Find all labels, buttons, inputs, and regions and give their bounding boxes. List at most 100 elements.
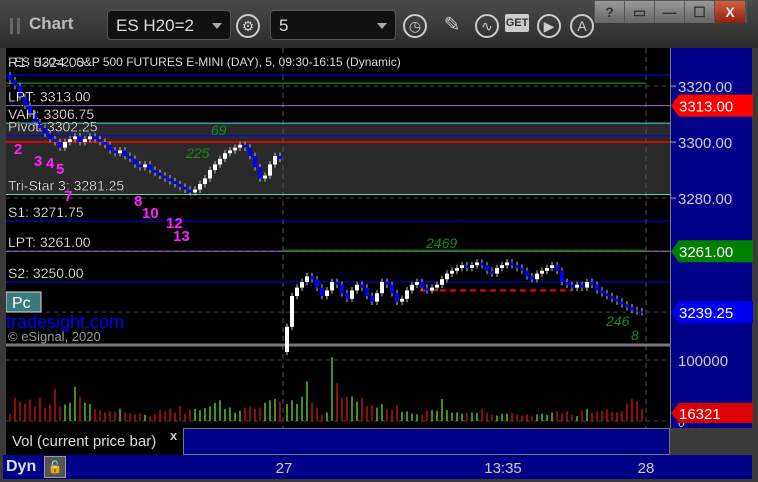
y-tick: 3280.00 [678, 191, 732, 208]
candle [530, 276, 534, 280]
candle [330, 282, 334, 291]
count-label: 10 [142, 205, 159, 222]
candle [575, 284, 579, 288]
symbol-dropdown[interactable]: ES H20=2 [107, 10, 231, 40]
x-tick: 27 [275, 460, 293, 477]
candle [640, 311, 644, 313]
level-label: LPT: 3261.00 [8, 234, 91, 250]
candle [295, 287, 299, 296]
candle [615, 298, 619, 302]
candle [500, 265, 504, 268]
price-chart[interactable]: ES H20=2, S&P 500 FUTURES E-MINI (DAY), … [5, 48, 670, 428]
volume-marker-label: 16321 [679, 406, 721, 423]
minimize-button[interactable]: — [655, 1, 685, 23]
candle [143, 164, 147, 168]
time-axis[interactable]: Dyn 🔓 27 13:35 28 [3, 455, 752, 479]
count-label: 3 [34, 153, 42, 170]
candle [450, 270, 454, 274]
candle [570, 284, 574, 288]
candle [93, 136, 97, 140]
candle [78, 136, 82, 142]
candle [550, 265, 554, 268]
candle [370, 296, 374, 302]
dynamic-mode-label[interactable]: Dyn [6, 458, 36, 476]
candle [300, 282, 304, 288]
candle [193, 189, 197, 193]
candle [480, 262, 484, 266]
candle [148, 164, 152, 170]
chart-canvas: ES H20=2, S&P 500 FUTURES E-MINI (DAY), … [5, 48, 670, 428]
candle [173, 181, 177, 184]
candle [415, 282, 419, 285]
chevron-down-icon [377, 23, 387, 29]
volume-pane-footer [183, 428, 670, 455]
maximize-button[interactable]: ☐ [685, 1, 715, 23]
alert-icon[interactable]: A [570, 14, 594, 38]
symbol-value: ES H20=2 [116, 16, 194, 35]
candle [345, 293, 349, 299]
setup-count-label: 69 [211, 122, 227, 138]
lock-icon[interactable]: 🔓 [44, 456, 66, 478]
candle [305, 276, 309, 282]
candle [278, 156, 282, 159]
candle [520, 268, 524, 271]
axis-canvas: 3320.00 3300.00 3280.00 3313.00 3261.00 3239.… [671, 79, 753, 430]
candle [420, 282, 424, 288]
candle [53, 139, 57, 142]
candle [258, 167, 262, 179]
level-label: R1: 3324.00 [8, 54, 84, 70]
candle [218, 158, 222, 165]
candle [183, 186, 187, 190]
candle [390, 284, 394, 294]
candle [380, 282, 384, 294]
drag-grip-icon[interactable] [10, 18, 20, 34]
candle [560, 270, 564, 282]
candle [365, 287, 369, 296]
candle [233, 147, 237, 151]
candle [273, 156, 277, 165]
setup-count-label: 2469 [425, 235, 457, 251]
candle [310, 276, 314, 280]
restore-menu-button[interactable]: ▭ [625, 1, 655, 23]
candle [113, 150, 117, 154]
y-tick: 3320.00 [678, 79, 732, 96]
candle [485, 265, 489, 271]
candle [128, 156, 132, 159]
candle [178, 184, 182, 187]
setup-count-label: 246 [605, 313, 630, 329]
candle [535, 273, 539, 280]
candle [340, 284, 344, 294]
help-button[interactable]: ? [595, 1, 625, 23]
clock-icon[interactable]: ◷ [403, 14, 427, 38]
price-axis[interactable]: 3320.00 3300.00 3280.00 3313.00 3261.00 3239.… [670, 48, 753, 430]
candle [405, 290, 409, 299]
candle [470, 265, 474, 268]
candle [435, 284, 439, 288]
interval-value: 5 [279, 16, 289, 35]
get-icon[interactable]: GET [505, 14, 529, 32]
chart-studies-icon[interactable]: ∿ [475, 14, 499, 38]
candle [238, 144, 242, 148]
pc-button-label: Pc [12, 295, 31, 312]
gear-icon[interactable]: ⚙ [236, 14, 260, 38]
title-bar: Chart ES H20=2 ⚙ 5 ◷ ✎ ∿ GET ▶ A ? ▭ — ☐… [0, 0, 758, 48]
candle [268, 164, 272, 176]
window-controls: ? ▭ — ☐ X [594, 0, 747, 23]
count-label: 13 [173, 228, 190, 245]
pencil-icon[interactable]: ✎ [438, 12, 466, 40]
candle [320, 287, 324, 296]
candle [555, 265, 559, 271]
close-button[interactable]: X [715, 1, 746, 23]
play-icon[interactable]: ▶ [537, 14, 561, 38]
candle [83, 139, 87, 142]
candle [585, 282, 589, 288]
candle [103, 142, 107, 145]
candle [138, 164, 142, 168]
candle [400, 298, 404, 302]
candle [545, 268, 549, 271]
close-study-icon[interactable]: x [170, 428, 177, 443]
volume-study-label[interactable]: Vol (current price bar) [6, 428, 183, 455]
candle [430, 287, 434, 291]
candle [158, 172, 162, 176]
interval-dropdown[interactable]: 5 [270, 10, 396, 40]
